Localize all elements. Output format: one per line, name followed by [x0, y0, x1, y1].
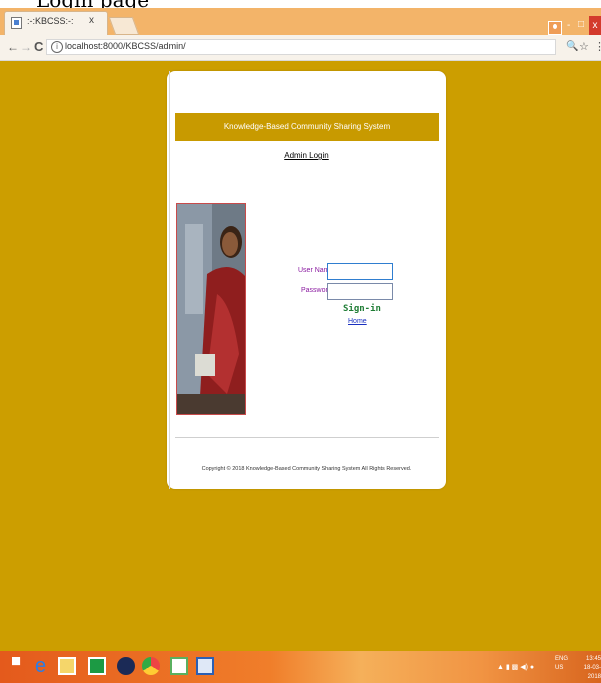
signin-button[interactable]: Sign-in	[343, 304, 381, 314]
tab-close-icon[interactable]: x	[89, 15, 94, 26]
login-card: Knowledge-Based Community Sharing System…	[167, 71, 446, 489]
footer-divider	[175, 437, 439, 438]
close-window-button[interactable]: x	[589, 16, 601, 36]
username-input[interactable]	[327, 263, 393, 280]
internet-explorer-icon[interactable]: e	[35, 656, 53, 676]
clock-time: 13:45	[585, 656, 601, 662]
chrome-icon[interactable]	[142, 657, 160, 675]
locale-code: US	[555, 665, 564, 671]
maximize-button[interactable]: □	[578, 19, 584, 30]
document-app-icon[interactable]	[196, 657, 214, 675]
admin-login-heading: Admin Login	[284, 151, 329, 160]
monk-photo	[176, 203, 246, 415]
windows-start-icon[interactable]	[12, 657, 21, 666]
browser-tab[interactable]: :-:KBCSS:-: x	[4, 11, 108, 35]
copyright-text: Copyright © 2018 Knowledge-Based Communi…	[201, 466, 412, 472]
back-arrow-icon[interactable]: ←	[7, 40, 19, 54]
browser-tab-bar: :-:KBCSS:-: x - □ x	[0, 8, 601, 36]
top-caption: Login page	[0, 0, 601, 8]
favicon-icon	[11, 17, 22, 29]
bookmark-star-icon[interactable]: ☆	[579, 40, 589, 53]
language-code: ENG	[555, 656, 569, 662]
user-profile-icon[interactable]	[548, 21, 562, 35]
url-text: localhost:8000/KBCSS/admin/	[65, 41, 186, 51]
file-explorer-icon[interactable]	[58, 657, 76, 675]
menu-icon[interactable]: ⋮	[594, 40, 601, 53]
eclipse-icon[interactable]	[117, 657, 135, 675]
card-edge	[169, 71, 170, 489]
info-icon[interactable]: i	[51, 41, 63, 53]
windows-taskbar: e ▲ ▮ ▩ ◀) ● ENG US 13:45 18-03-2018	[0, 651, 601, 683]
store-icon[interactable]	[88, 657, 106, 675]
password-input[interactable]	[327, 283, 393, 300]
caption-text: Login page	[36, 0, 149, 8]
home-link[interactable]: Home	[348, 318, 367, 325]
reload-icon[interactable]: C	[34, 39, 43, 54]
pad-app-icon[interactable]	[170, 657, 188, 675]
url-input[interactable]: i localhost:8000/KBCSS/admin/	[46, 39, 556, 55]
zoom-icon[interactable]: 🔍	[566, 41, 578, 52]
language-indicator[interactable]: ENG US	[555, 655, 568, 673]
minimize-button[interactable]: -	[567, 20, 570, 31]
taskbar-clock[interactable]: 13:45 18-03-2018	[572, 655, 601, 682]
site-banner: Knowledge-Based Community Sharing System	[175, 113, 439, 141]
tab-title: :-:KBCSS:-:	[27, 16, 74, 26]
address-bar: ← → C i localhost:8000/KBCSS/admin/ 🔍 ☆ …	[0, 35, 601, 61]
clock-date: 18-03-2018	[583, 665, 601, 680]
page-viewport: Knowledge-Based Community Sharing System…	[0, 61, 601, 651]
system-tray-icons[interactable]: ▲ ▮ ▩ ◀) ●	[497, 663, 534, 671]
forward-arrow-icon[interactable]: →	[20, 40, 32, 54]
new-tab-button[interactable]	[108, 17, 140, 35]
